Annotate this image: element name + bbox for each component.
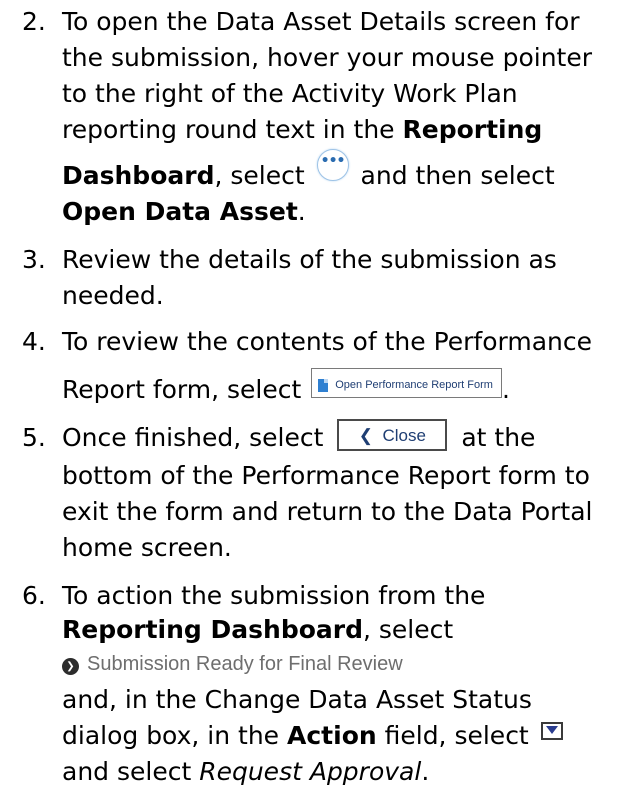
link-label: Submission Ready for Final Review [87,653,403,675]
bold-term: Open Data Asset [62,197,298,226]
instruction-document: 2. To open the Data Asset Details screen… [0,0,632,796]
step-text: Report form, select [62,375,310,404]
button-label: Open Performance Report Form [335,379,493,392]
step-text: bottom of the Performance Report form to [62,461,590,490]
italic-term: Request Approval [199,757,422,786]
submission-ready-link[interactable]: ❯ Submission Ready for Final Review [62,653,403,675]
step-number: 4. [22,327,46,356]
step-text-line: reporting round text in the Reporting [62,114,542,146]
step-text-line: Report form, select Open Performance Rep… [62,368,510,406]
step-text: To open the Data Asset Details screen fo… [62,7,580,36]
step-text-line: dialog box, in the Action field, select [62,720,563,752]
step-text: Review the details of the submission as [62,245,557,274]
step-text: to the right of the Activity Work Plan [62,79,518,108]
step-text: To action the submission from the [62,581,486,610]
step-text-line: Open Data Asset. [62,196,306,228]
step-text: , select [363,615,454,644]
bold-term: Action [287,721,377,750]
chevron-left-icon: ❮ [358,426,374,445]
button-label: Close [382,426,426,445]
step-text: reporting round text in the [62,115,403,144]
step-text: home screen. [62,533,232,562]
step-text: the submission, hover your mouse pointer [62,43,593,72]
step-text: and select [62,757,200,786]
bold-term: Reporting Dashboard [62,615,363,644]
status-link-line: ❯ Submission Ready for Final Review [62,646,403,680]
document-icon [318,378,329,392]
bold-term: Dashboard [62,161,215,190]
step-text: . [297,197,306,226]
dropdown-arrow-icon[interactable] [540,722,563,740]
step-text: exit the form and return to the Data Por… [62,497,593,526]
step-text: needed. [62,281,164,310]
ellipsis-glyph: ••• [320,153,346,169]
step-text: dialog box, in the [62,721,287,750]
step-number: 3. [22,245,46,274]
step-text: field, select [376,721,537,750]
step-text: , select [214,161,313,190]
chevron-right-circle-icon: ❯ [62,658,79,675]
step-text: . [501,375,510,404]
step-text-line: Dashboard, select ••• and then select [62,149,555,193]
step-text: Once finished, select [62,423,332,452]
step-text-line: and select Request Approval. [62,756,429,788]
step-text-line: Once finished, select ❮ Close at the [62,419,536,455]
step-number: 2. [22,7,46,36]
open-performance-report-form-button[interactable]: Open Performance Report Form [311,368,502,398]
step-text: at the [453,423,536,452]
step-text-line: Reporting Dashboard, select [62,614,453,646]
step-text: . [421,757,430,786]
step-text: and, in the Change Data Asset Status [62,685,532,714]
step-text: To review the contents of the Performanc… [62,327,592,356]
step-number: 5. [22,423,46,452]
close-button[interactable]: ❮ Close [337,419,448,451]
bold-term: Reporting [402,115,543,144]
ellipsis-icon[interactable]: ••• [316,149,349,181]
step-number: 6. [22,581,46,610]
step-text: and then select [352,161,555,190]
